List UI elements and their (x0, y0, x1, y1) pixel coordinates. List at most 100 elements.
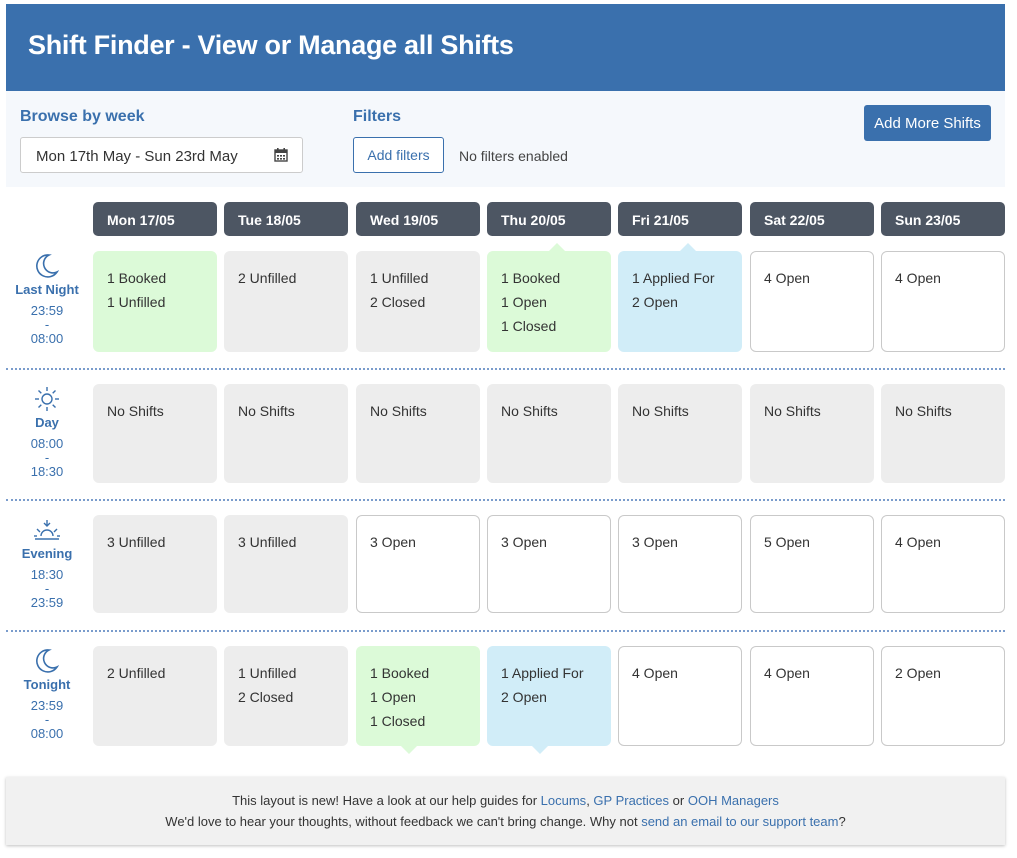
shift-cell-last-night-sat[interactable]: 4 Open (750, 251, 874, 352)
shift-count: 1 Applied For (632, 270, 715, 286)
row-separator (6, 499, 1005, 501)
shift-count: 4 Open (764, 665, 810, 681)
row-start-time: 18:30 (30, 567, 64, 582)
shift-count: 3 Open (370, 534, 416, 550)
row-start-time: 23:59 (30, 698, 64, 713)
shift-count: 1 Unfilled (370, 270, 429, 286)
row-time-dash: - (44, 317, 50, 332)
row-name: Day (35, 415, 59, 430)
row-start-time: 23:59 (30, 303, 64, 318)
shift-cell-evening-tue[interactable]: 3 Unfilled (224, 515, 348, 613)
shift-count: 2 Unfilled (107, 665, 166, 681)
shift-cell-tonight-fri[interactable]: 4 Open (618, 646, 742, 746)
shift-count: No Shifts (501, 403, 558, 419)
shift-cell-last-night-wed[interactable]: 1 Unfilled 2 Closed (356, 251, 480, 352)
row-start-time: 08:00 (30, 436, 64, 451)
week-picker-value: Mon 17th May - Sun 23rd May (36, 148, 238, 165)
shift-count: 4 Open (632, 665, 678, 681)
shift-cell-last-night-sun[interactable]: 4 Open (881, 251, 1005, 352)
row-label-last-night: Last Night 23:59 - 08:00 (6, 253, 88, 346)
day-header-sat: Sat 22/05 (750, 202, 874, 236)
calendar-icon[interactable] (274, 148, 288, 162)
shift-count: 1 Open (501, 294, 547, 310)
moon-icon (36, 649, 59, 673)
row-name: Last Night (15, 282, 79, 297)
filters-label: Filters (353, 108, 402, 125)
shift-cell-evening-wed[interactable]: 3 Open (356, 515, 480, 613)
shift-count: 2 Closed (238, 689, 294, 705)
shift-cell-tonight-mon[interactable]: 2 Unfilled (93, 646, 217, 746)
shift-count: 2 Unfilled (238, 270, 297, 286)
shift-count: 1 Unfilled (107, 294, 166, 310)
shift-cell-evening-thu[interactable]: 3 Open (487, 515, 611, 613)
page-header: Shift Finder - View or Manage all Shifts (6, 4, 1005, 91)
locums-guide-link[interactable]: Locums (541, 793, 587, 808)
footer-line-1: This layout is new! Have a look at our h… (6, 790, 1005, 811)
shift-count: 3 Open (632, 534, 678, 550)
day-header-tue: Tue 18/05 (224, 202, 348, 236)
row-end-time: 08:00 (30, 331, 64, 346)
toolbar: Browse by week Mon 17th May - Sun 23rd M… (6, 91, 1005, 187)
week-picker[interactable]: Mon 17th May - Sun 23rd May (20, 137, 303, 173)
row-end-time: 08:00 (30, 726, 64, 741)
add-more-shifts-button[interactable]: Add More Shifts (864, 105, 991, 141)
shift-cell-evening-sat[interactable]: 5 Open (750, 515, 874, 613)
shift-cell-last-night-mon[interactable]: 1 Booked 1 Unfilled (93, 251, 217, 352)
shift-cell-day-mon[interactable]: No Shifts (93, 384, 217, 483)
row-label-tonight: Tonight 23:59 - 08:00 (6, 648, 88, 741)
support-email-link[interactable]: send an email to our support team (641, 814, 838, 829)
shift-count: No Shifts (370, 403, 427, 419)
shift-cell-tonight-sun[interactable]: 2 Open (881, 646, 1005, 746)
row-time-dash: - (44, 712, 50, 727)
shift-count: 1 Closed (501, 318, 557, 334)
ooh-managers-guide-link[interactable]: OOH Managers (688, 793, 779, 808)
shift-cell-tonight-thu[interactable]: 1 Applied For 2 Open (487, 646, 611, 754)
shift-count: 1 Booked (370, 665, 430, 681)
shift-cell-day-tue[interactable]: No Shifts (224, 384, 348, 483)
add-filters-button[interactable]: Add filters (353, 137, 444, 173)
row-separator (6, 630, 1005, 632)
day-header-fri: Fri 21/05 (618, 202, 742, 236)
shift-cell-evening-sun[interactable]: 4 Open (881, 515, 1005, 613)
shift-count: 5 Open (764, 534, 810, 550)
shift-count: 2 Open (501, 689, 547, 705)
shift-cell-tonight-sat[interactable]: 4 Open (750, 646, 874, 746)
shift-cell-day-fri[interactable]: No Shifts (618, 384, 742, 483)
shift-count: 3 Open (501, 534, 547, 550)
shift-count: 1 Booked (501, 270, 561, 286)
shift-count: No Shifts (632, 403, 689, 419)
row-name: Tonight (23, 677, 71, 692)
shift-count: 2 Closed (370, 294, 426, 310)
moon-icon (36, 254, 59, 278)
shift-cell-last-night-thu[interactable]: 1 Booked 1 Open 1 Closed (487, 243, 611, 352)
row-end-time: 18:30 (30, 464, 64, 479)
shift-count: 1 Unfilled (238, 665, 297, 681)
shift-count: 4 Open (895, 534, 941, 550)
footer-text: or (669, 793, 688, 808)
shift-count: 4 Open (895, 270, 941, 286)
row-label-evening: Evening 18:30 - 23:59 (6, 517, 88, 610)
browse-by-week-label: Browse by week (20, 108, 145, 125)
shift-count: 3 Unfilled (238, 534, 297, 550)
row-separator (6, 368, 1005, 370)
shift-cell-last-night-tue[interactable]: 2 Unfilled (224, 251, 348, 352)
shift-cell-tonight-wed[interactable]: 1 Booked 1 Open 1 Closed (356, 646, 480, 754)
gp-practices-guide-link[interactable]: GP Practices (593, 793, 669, 808)
shift-cell-day-sat[interactable]: No Shifts (750, 384, 874, 483)
shift-cell-tonight-tue[interactable]: 1 Unfilled 2 Closed (224, 646, 348, 746)
shift-cell-day-thu[interactable]: No Shifts (487, 384, 611, 483)
shift-cell-last-night-fri[interactable]: 1 Applied For 2 Open (618, 243, 742, 352)
footer-text: ? (838, 814, 846, 829)
day-header-mon: Mon 17/05 (93, 202, 217, 236)
shift-count: 3 Unfilled (107, 534, 166, 550)
shift-count: 1 Open (370, 689, 416, 705)
shift-count: 4 Open (764, 270, 810, 286)
footer-text: We'd love to hear your thoughts, without… (165, 814, 642, 829)
shift-cell-evening-fri[interactable]: 3 Open (618, 515, 742, 613)
shift-count: No Shifts (895, 403, 952, 419)
shift-cell-day-wed[interactable]: No Shifts (356, 384, 480, 483)
sunset-icon (34, 520, 60, 540)
shift-count: 2 Open (895, 665, 941, 681)
shift-cell-day-sun[interactable]: No Shifts (881, 384, 1005, 483)
shift-cell-evening-mon[interactable]: 3 Unfilled (93, 515, 217, 613)
